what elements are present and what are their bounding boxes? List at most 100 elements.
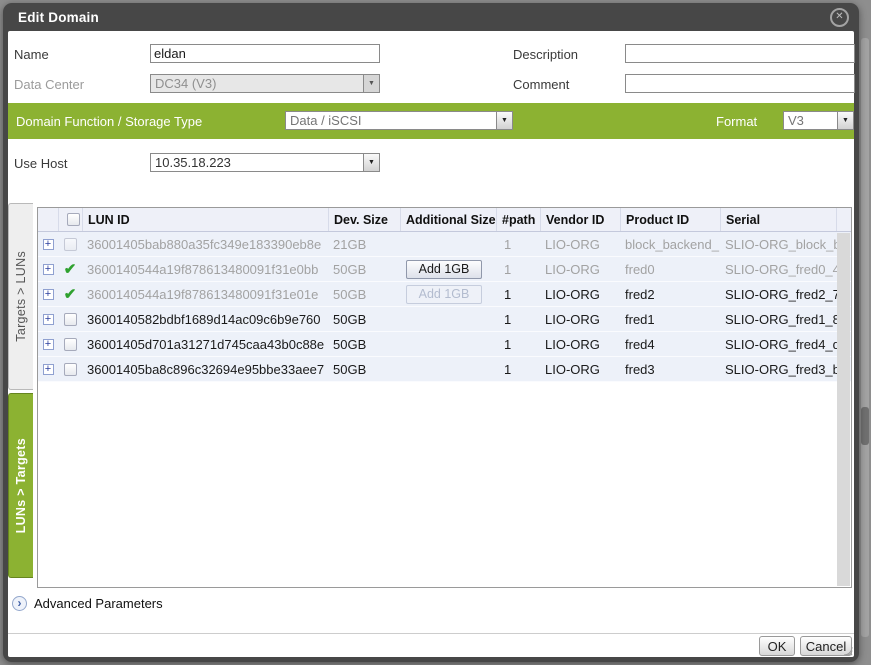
path-cell: 1	[496, 287, 540, 302]
lun-attached-check-icon: ✔	[64, 262, 77, 277]
lun-table: LUN ID Dev. Size Additional Size #path V…	[37, 207, 852, 588]
expand-cell: +	[38, 364, 58, 375]
comment-label: Comment	[513, 77, 569, 92]
use-host-value: 10.35.18.223	[151, 154, 363, 171]
path-cell: 1	[496, 237, 540, 252]
header-select-all-cell	[58, 208, 82, 231]
add-1gb-button[interactable]: Add 1GB	[406, 260, 482, 279]
footer-divider	[8, 633, 854, 634]
serial-cell: SLIO-ORG_fred2_7	[720, 287, 837, 302]
header-path: #path	[496, 208, 540, 231]
select-all-checkbox[interactable]	[67, 213, 80, 226]
name-input[interactable]	[150, 44, 380, 63]
advanced-parameters-toggle[interactable]: › Advanced Parameters	[12, 596, 163, 611]
dialog-content: Name Description Data Center DC34 (V3) ▼…	[8, 31, 854, 657]
expand-cell: +	[38, 289, 58, 300]
vendor-id-cell: LIO-ORG	[540, 237, 620, 252]
product-id-cell: fred1	[620, 312, 720, 327]
lun-checkbox[interactable]	[64, 313, 77, 326]
checkbox-cell	[58, 338, 82, 351]
table-row[interactable]: + ✔ 3600140544a19f878613480091f31e01e 50…	[38, 282, 851, 307]
header-product-id: Product ID	[620, 208, 720, 231]
header-serial: Serial	[720, 208, 837, 231]
path-cell: 1	[496, 312, 540, 327]
domain-function-label: Domain Function / Storage Type	[16, 114, 202, 129]
tab-targets-luns[interactable]: Targets > LUNs	[8, 203, 33, 390]
lun-id-cell: 3600140544a19f878613480091f31e01e	[82, 287, 328, 302]
checkbox-cell	[58, 238, 82, 251]
lun-id-cell: 36001405bab880a35fc349e183390eb8e	[82, 237, 328, 252]
lun-id-cell: 3600140544a19f878613480091f31e0bb	[82, 262, 328, 277]
comment-input[interactable]	[625, 74, 855, 93]
close-glyph: ✕	[835, 11, 843, 22]
resize-grip-icon[interactable]	[841, 644, 853, 656]
header-lun-id: LUN ID	[82, 208, 328, 231]
dev-size-cell: 21GB	[328, 237, 400, 252]
table-row[interactable]: + 3600140582bdbf1689d14ac09c6b9e760 50GB…	[38, 307, 851, 332]
format-value: V3	[784, 112, 837, 129]
product-id-cell: block_backend_	[620, 237, 720, 252]
additional-size-cell: Add 1GB	[400, 285, 496, 304]
expand-plus-icon[interactable]: +	[43, 364, 54, 375]
table-row[interactable]: + ✔ 3600140544a19f878613480091f31e0bb 50…	[38, 257, 851, 282]
ok-button[interactable]: OK	[759, 636, 795, 656]
lun-checkbox[interactable]	[64, 363, 77, 376]
chevron-right-icon: ›	[12, 596, 27, 611]
serial-cell: SLIO-ORG_fred0_4	[720, 262, 837, 277]
path-cell: 1	[496, 362, 540, 377]
lun-id-cell: 36001405ba8c896c32694e95bbe33aee7	[82, 362, 328, 377]
lun-checkbox[interactable]	[64, 338, 77, 351]
table-row[interactable]: + 36001405d701a31271d745caa43b0c88e 50GB…	[38, 332, 851, 357]
use-host-select[interactable]: 10.35.18.223 ▼	[150, 153, 380, 172]
path-cell: 1	[496, 337, 540, 352]
table-scrollbar-track[interactable]	[837, 233, 850, 586]
dev-size-cell: 50GB	[328, 262, 400, 277]
chevron-down-icon: ▼	[837, 112, 853, 129]
expand-plus-icon[interactable]: +	[43, 339, 54, 350]
expand-cell: +	[38, 339, 58, 350]
vendor-id-cell: LIO-ORG	[540, 362, 620, 377]
add-1gb-button-disabled: Add 1GB	[406, 285, 482, 304]
dev-size-cell: 50GB	[328, 337, 400, 352]
table-row[interactable]: + 36001405bab880a35fc349e183390eb8e 21GB…	[38, 232, 851, 257]
format-select: V3 ▼	[783, 111, 854, 130]
page-scrollbar-track[interactable]	[861, 38, 869, 637]
tab-luns-targets-label: LUNs > Targets	[14, 438, 28, 533]
description-label: Description	[513, 47, 578, 62]
product-id-cell: fred0	[620, 262, 720, 277]
domain-function-value: Data / iSCSI	[286, 112, 496, 129]
dialog-titlebar: Edit Domain ✕	[3, 3, 859, 31]
vendor-id-cell: LIO-ORG	[540, 287, 620, 302]
domain-function-select: Data / iSCSI ▼	[285, 111, 513, 130]
close-icon[interactable]: ✕	[830, 8, 849, 27]
page-scrollbar-thumb[interactable]	[861, 407, 869, 445]
description-input[interactable]	[625, 44, 855, 63]
additional-size-cell: Add 1GB	[400, 260, 496, 279]
data-center-value: DC34 (V3)	[151, 75, 363, 92]
storage-type-bar: Domain Function / Storage Type Data / iS…	[8, 103, 854, 139]
expand-cell: +	[38, 314, 58, 325]
vendor-id-cell: LIO-ORG	[540, 337, 620, 352]
table-row[interactable]: + 36001405ba8c896c32694e95bbe33aee7 50GB…	[38, 357, 851, 382]
serial-cell: SLIO-ORG_block_b	[720, 237, 837, 252]
expand-plus-icon[interactable]: +	[43, 239, 54, 250]
use-host-label: Use Host	[14, 156, 67, 171]
lun-table-header: LUN ID Dev. Size Additional Size #path V…	[38, 208, 851, 232]
product-id-cell: fred2	[620, 287, 720, 302]
chevron-down-icon: ▼	[496, 112, 512, 129]
lun-checkbox	[64, 238, 77, 251]
expand-plus-icon[interactable]: +	[43, 264, 54, 275]
lun-id-cell: 3600140582bdbf1689d14ac09c6b9e760	[82, 312, 328, 327]
tab-luns-targets[interactable]: LUNs > Targets	[8, 393, 33, 578]
serial-cell: SLIO-ORG_fred4_d	[720, 337, 837, 352]
data-center-select: DC34 (V3) ▼	[150, 74, 380, 93]
dev-size-cell: 50GB	[328, 287, 400, 302]
vendor-id-cell: LIO-ORG	[540, 262, 620, 277]
expand-plus-icon[interactable]: +	[43, 314, 54, 325]
lun-id-cell: 36001405d701a31271d745caa43b0c88e	[82, 337, 328, 352]
expand-plus-icon[interactable]: +	[43, 289, 54, 300]
header-additional-size: Additional Size	[400, 208, 496, 231]
chevron-down-icon: ▼	[363, 75, 379, 92]
serial-cell: SLIO-ORG_fred3_b	[720, 362, 837, 377]
format-label: Format	[716, 114, 757, 129]
